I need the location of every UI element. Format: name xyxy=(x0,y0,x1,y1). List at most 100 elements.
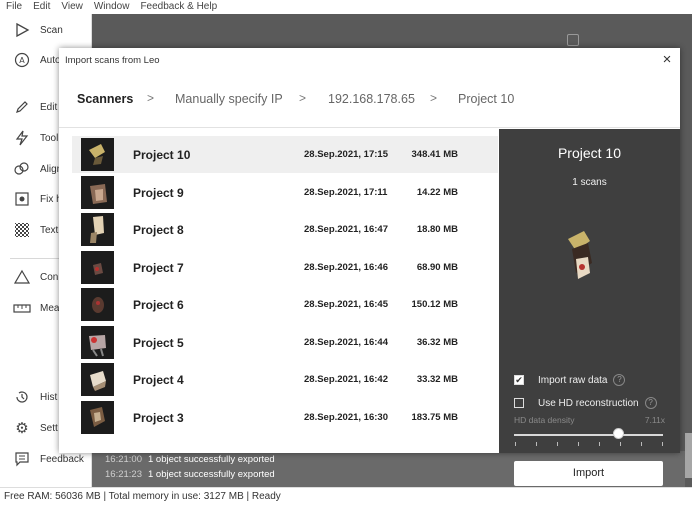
import-raw-label: Import raw data xyxy=(538,374,608,386)
project-row[interactable]: Project 6 28.Sep.2021, 16:45 150.12 MB xyxy=(72,286,498,323)
scrollbar[interactable] xyxy=(685,433,692,478)
log-line: 16:21:23 1 object successfully exported xyxy=(105,469,275,480)
auto-icon: A xyxy=(12,50,32,70)
hd-reconstruction-option[interactable]: Use HD reconstruction ? xyxy=(514,397,657,409)
import-raw-option[interactable]: ✔ Import raw data ? xyxy=(514,374,626,386)
scan-preview[interactable] xyxy=(554,229,604,289)
sidebar-item-label: Text xyxy=(40,224,59,236)
ruler-icon xyxy=(12,298,32,318)
project-row[interactable]: Project 4 28.Sep.2021, 16:42 33.32 MB xyxy=(72,361,498,398)
project-size: 36.32 MB xyxy=(416,337,458,348)
project-thumbnail xyxy=(81,176,114,209)
project-size: 183.75 MB xyxy=(411,412,458,423)
project-name: Project 10 xyxy=(133,148,191,162)
slider-tick xyxy=(641,442,642,446)
import-button[interactable]: Import xyxy=(514,461,663,486)
chevron-right-icon: > xyxy=(299,91,307,105)
project-thumbnail xyxy=(81,326,114,359)
menu-edit[interactable]: Edit xyxy=(27,0,55,14)
chat-icon xyxy=(12,449,32,469)
sidebar-item-label: Sett xyxy=(40,422,58,434)
viewport-icon[interactable] xyxy=(567,34,579,46)
history-icon xyxy=(12,387,32,407)
project-detail-panel: Project 10 1 scans ✔ Import raw data ? U… xyxy=(499,129,680,486)
help-icon[interactable]: ? xyxy=(613,374,626,386)
slider-tick xyxy=(662,442,663,446)
crumb-ip-address[interactable]: 192.168.178.65 xyxy=(328,92,415,106)
chevron-right-icon: > xyxy=(430,91,438,105)
menu-window[interactable]: Window xyxy=(88,0,135,14)
project-thumbnail xyxy=(81,138,114,171)
density-slider-track[interactable] xyxy=(514,434,663,436)
density-value: 7.11x xyxy=(644,415,665,425)
project-row[interactable]: Project 5 28.Sep.2021, 16:44 36.32 MB xyxy=(72,324,498,361)
crumb-scanners[interactable]: Scanners xyxy=(77,92,133,106)
project-list: Project 10 28.Sep.2021, 17:15 348.41 MB … xyxy=(72,133,498,451)
sidebar-item-label: Tool xyxy=(40,132,59,144)
project-size: 68.90 MB xyxy=(416,262,458,273)
close-icon[interactable]: × xyxy=(659,52,675,68)
project-name: Project 6 xyxy=(133,298,184,312)
project-name: Project 8 xyxy=(133,223,184,237)
project-row[interactable]: Project 3 28.Sep.2021, 16:30 183.75 MB xyxy=(72,399,498,436)
density-label: HD data density xyxy=(514,415,575,425)
density-row: HD data density 7.11x xyxy=(514,415,665,425)
project-size: 150.12 MB xyxy=(411,299,458,310)
sidebar-item-label: Edit xyxy=(40,101,58,113)
sidebar-item-label: Feedback xyxy=(40,453,84,465)
gear-icon: ⚙ xyxy=(15,420,29,437)
project-size: 33.32 MB xyxy=(416,374,458,385)
project-thumbnail xyxy=(81,288,114,321)
project-row[interactable]: Project 7 28.Sep.2021, 16:46 68.90 MB xyxy=(72,249,498,286)
texture-icon xyxy=(12,220,32,240)
project-name: Project 4 xyxy=(133,373,184,387)
sidebar-item-scan[interactable]: Scan xyxy=(0,17,91,43)
panel-title: Project 10 xyxy=(557,145,622,161)
project-row[interactable]: Project 8 28.Sep.2021, 16:47 18.80 MB xyxy=(72,211,498,248)
status-bar: Free RAM: 56036 MB | Total memory in use… xyxy=(0,487,692,506)
menu-bar: File Edit View Window Feedback & Help xyxy=(0,0,692,14)
slider-tick xyxy=(599,442,600,446)
svg-text:A: A xyxy=(19,56,25,65)
triangle-icon xyxy=(12,267,32,287)
slider-tick xyxy=(557,442,558,446)
project-name: Project 9 xyxy=(133,186,184,200)
menu-view[interactable]: View xyxy=(55,0,88,14)
align-icon xyxy=(12,159,32,179)
project-row[interactable]: Project 9 28.Sep.2021, 17:11 14.22 MB xyxy=(72,174,498,211)
slider-tick xyxy=(578,442,579,446)
import-raw-checkbox[interactable]: ✔ xyxy=(514,375,524,385)
dialog-title: Import scans from Leo xyxy=(65,55,160,66)
sidebar-item-label: Scan xyxy=(40,24,63,36)
project-size: 14.22 MB xyxy=(416,187,458,198)
play-icon xyxy=(12,20,32,40)
menu-feedback-help[interactable]: Feedback & Help xyxy=(134,0,222,14)
sidebar-item-label: Hist xyxy=(40,391,58,403)
project-thumbnail xyxy=(81,363,114,396)
crumb-project[interactable]: Project 10 xyxy=(458,92,514,106)
hd-reconstruction-checkbox[interactable] xyxy=(514,398,524,408)
slider-tick xyxy=(536,442,537,446)
density-slider-handle[interactable] xyxy=(613,428,624,439)
project-row[interactable]: Project 10 28.Sep.2021, 17:15 348.41 MB xyxy=(72,136,498,173)
sidebar-item-label: Con xyxy=(40,271,59,283)
lightning-icon xyxy=(12,128,32,148)
chevron-right-icon: > xyxy=(147,91,155,105)
slider-tick xyxy=(620,442,621,446)
project-size: 348.41 MB xyxy=(411,149,458,160)
log-line: 16:21:00 1 object successfully exported xyxy=(105,454,275,465)
panel-scan-count: 1 scans xyxy=(572,177,607,188)
project-thumbnail xyxy=(81,401,114,434)
project-name: Project 5 xyxy=(133,336,184,350)
sidebar-item-label: Mea xyxy=(40,302,60,314)
sidebar-item-label: Auto xyxy=(40,54,61,66)
project-size: 18.80 MB xyxy=(416,224,458,235)
hd-reconstruction-label: Use HD reconstruction xyxy=(538,397,639,409)
import-dialog: Import scans from Leo × Scanners > Manua… xyxy=(59,48,680,486)
project-name: Project 7 xyxy=(133,261,184,275)
slider-tick xyxy=(515,442,516,446)
help-icon[interactable]: ? xyxy=(644,397,657,409)
breadcrumb: Scanners > Manually specify IP > 192.168… xyxy=(59,75,680,128)
crumb-manual-ip[interactable]: Manually specify IP xyxy=(175,92,283,106)
menu-file[interactable]: File xyxy=(0,0,27,14)
